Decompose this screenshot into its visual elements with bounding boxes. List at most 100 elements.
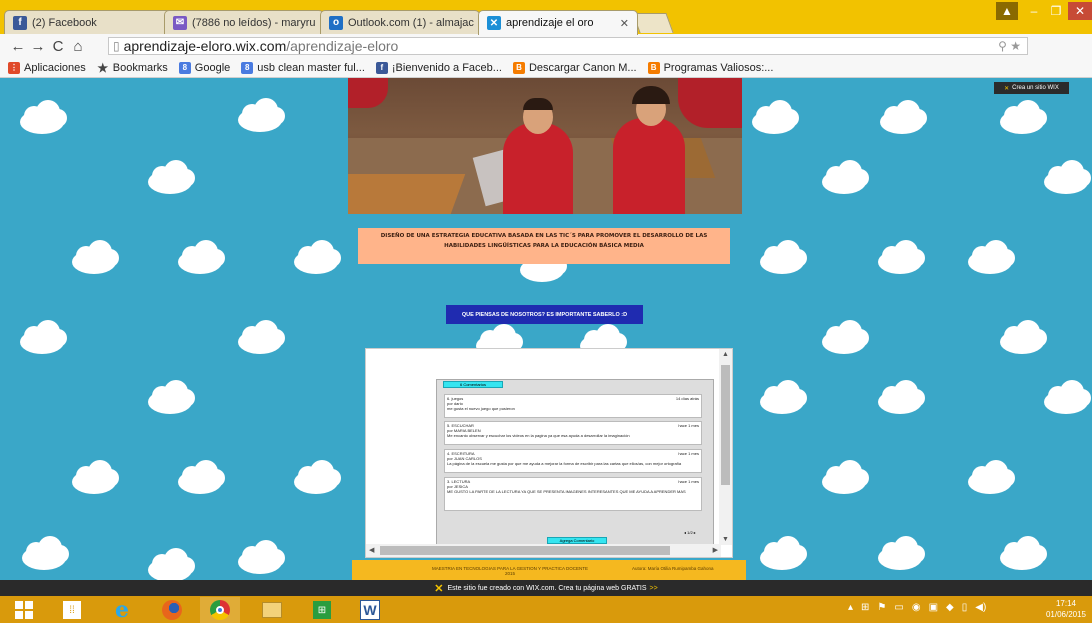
comments-widget: 6 Comentarios 6. juegos por dario me gus… [436,379,714,546]
footer-author: Autora: María Otilia Rumipamba Gahona [632,566,714,571]
scroll-right-icon[interactable]: ▶ [713,546,718,554]
wix-badge-label: Crea un sitio WIX [1012,85,1059,91]
windows-taskbar: ⁞⁞ e ⊞ W ▴ ⊞ ⚑ ▭ ◉ ▣ ◆ ▯ ◀) 17:14 01/06/… [0,596,1092,623]
tab-outlook[interactable]: o Outlook.com (1) - almajac ✕ [320,10,480,34]
comment-text: Me encanto observar y escuchar los video… [447,433,630,438]
wix-promo-arrows: >> [649,584,658,592]
gmail-icon: ✉ [173,15,187,30]
address-bar[interactable]: ▯ aprendizaje-eloro.wix.com/aprendizaje-… [108,37,1028,55]
tray-app-icon[interactable]: ⊞ [861,602,869,613]
feedback-heading: QUE PIENSAS DE NOSOTROS? ES IMPORTANTE S… [446,305,643,324]
tab-gmail[interactable]: ✉ (7886 no leídos) - maryru ✕ [164,10,324,34]
comment-text: me gusta el nuevo juego que pusieron [447,406,515,411]
star-icon: ★ [97,60,109,75]
facebook-icon: f [13,15,27,30]
bookmark-canon[interactable]: B Descargar Canon M... [512,61,637,74]
page-icon: ▯ [113,39,120,53]
url-path: /aprendizaje-eloro [286,38,399,54]
network-icon[interactable]: ▭ [894,602,903,613]
tray-app-icon[interactable]: ◉ [912,602,921,613]
wix-icon: ✕ [1004,85,1010,92]
minimize-button[interactable]: – [1024,2,1044,20]
user-icon[interactable]: ▲ [996,2,1018,20]
volume-icon[interactable]: ◀) [975,602,986,613]
forward-icon[interactable]: → [28,38,48,55]
bookmark-label: Bookmarks [112,61,168,74]
comments-pager[interactable]: ◂ 1/2 ▸ [684,530,696,535]
bookmark-usb-clean[interactable]: 8 usb clean master ful... [241,61,365,74]
scroll-thumb[interactable] [721,365,730,485]
bookmark-facebook[interactable]: f ¡Bienvenido a Faceb... [375,61,502,74]
bookmark-label: Programas Valiosos:... [663,61,774,74]
blogger-icon: B [512,61,525,74]
scroll-up-icon[interactable]: ▲ [722,351,729,358]
bookmark-programas[interactable]: B Programas Valiosos:... [647,61,774,74]
comment-item: 5. ESCUCHAR por MARIA BELEN Me encanto o… [444,421,702,445]
web-page: ✕ Crea un sitio WIX DISEÑO DE UNA ESTRATE… [0,78,1092,580]
comment-item: 6. juegos por dario me gusta el nuevo ju… [444,394,702,418]
facebook-icon: f [375,61,388,74]
chrome-icon[interactable] [200,597,240,623]
tab-aprendizaje[interactable]: ✕ aprendizaje el oro ✕ [478,10,638,35]
wix-icon: ✕ [434,582,444,595]
wix-promo-bar[interactable]: ✕ Este sitio fue creado con WIX.com. Cre… [0,580,1092,596]
bookmark-label: Aplicaciones [24,61,86,74]
apps-grid-icon[interactable]: ⁞⁞ [52,597,92,623]
add-comment-button[interactable]: Agrega Comentario [547,537,607,544]
close-window-button[interactable]: ✕ [1068,2,1092,20]
bookmarks-bar: ⋮ Aplicaciones ★ Bookmarks 8 Google 8 usb cl… [0,58,1092,78]
close-icon[interactable]: ✕ [614,17,629,30]
comment-time: 14 días atrás [675,396,699,401]
bookmark-label: Google [194,61,231,74]
tab-label: (2) Facebook [32,16,97,29]
internet-explorer-icon[interactable]: e [102,597,142,623]
scroll-thumb[interactable] [380,546,670,555]
comment-item: 4. ESCRITURA por JUAN CARLOS La página d… [444,449,702,473]
comment-time: hace 1 mes [678,451,699,456]
comment-text: La página de la escuela me gusta por que… [447,461,682,466]
outlook-icon: o [329,15,343,30]
footer-year: 2015 [504,571,515,576]
tray-app-icon[interactable]: ▣ [929,602,938,613]
tray-app-icon[interactable]: ◆ [946,602,954,613]
zoom-icon[interactable]: ⚲ ★ [998,39,1021,53]
comment-item: 3. LECTURA por JESICA ME GUSTO LA PARTE … [444,477,702,511]
new-tab-button[interactable] [632,13,674,33]
restore-button[interactable]: ❐ [1046,2,1066,20]
reload-icon[interactable]: C [48,38,68,55]
bookmark-aplicaciones[interactable]: ⋮ Aplicaciones [8,61,86,74]
flag-icon[interactable]: ⚑ [877,602,886,613]
home-icon[interactable]: ⌂ [68,38,88,55]
system-tray: ▴ ⊞ ⚑ ▭ ◉ ▣ ◆ ▯ ◀) [848,602,986,613]
wix-icon: ✕ [487,16,501,30]
scroll-left-icon[interactable]: ◀ [369,546,374,554]
file-explorer-icon[interactable] [252,597,292,623]
comment-text: ME GUSTO LA PARTE DE LA LECTURA YA QUE S… [447,489,686,494]
bookmark-label: usb clean master ful... [257,61,365,74]
browser-toolbar: ← → C ⌂ ▯ aprendizaje-eloro.wix.com/apre… [0,34,1092,89]
comments-frame: 6 Comentarios 6. juegos por dario me gus… [365,348,733,558]
tab-label: Outlook.com (1) - almajac [348,16,474,29]
bookmark-label: Descargar Canon M... [528,61,637,74]
bookmark-bookmarks[interactable]: ★ Bookmarks [97,60,168,75]
tray-expand-icon[interactable]: ▴ [848,602,853,613]
blogger-icon: B [647,61,660,74]
create-wix-site-button[interactable]: ✕ Crea un sitio WIX [994,82,1069,94]
horizontal-scrollbar[interactable]: ◀ ▶ [366,544,721,557]
word-icon[interactable]: W [350,597,390,623]
windows-start-icon[interactable] [4,597,44,623]
back-icon[interactable]: ← [8,38,28,55]
vertical-scrollbar[interactable]: ▲ ▼ [719,349,732,545]
system-clock[interactable]: 17:14 01/06/2015 [1046,598,1086,620]
children-photo [348,78,742,214]
bookmark-google[interactable]: 8 Google [178,61,231,74]
apps-icon: ⋮ [8,61,20,74]
comments-count-tab[interactable]: 6 Comentarios [443,381,503,388]
firefox-icon[interactable] [152,597,192,623]
battery-icon[interactable]: ▯ [962,602,968,613]
store-icon[interactable]: ⊞ [302,597,342,623]
scroll-down-icon[interactable]: ▼ [722,536,729,543]
clock-time: 17:14 [1055,599,1076,608]
google-sites-icon: 8 [178,61,191,74]
page-title: DISEÑO DE UNA ESTRATEGIA EDUCATIVA BASAD… [358,228,730,264]
